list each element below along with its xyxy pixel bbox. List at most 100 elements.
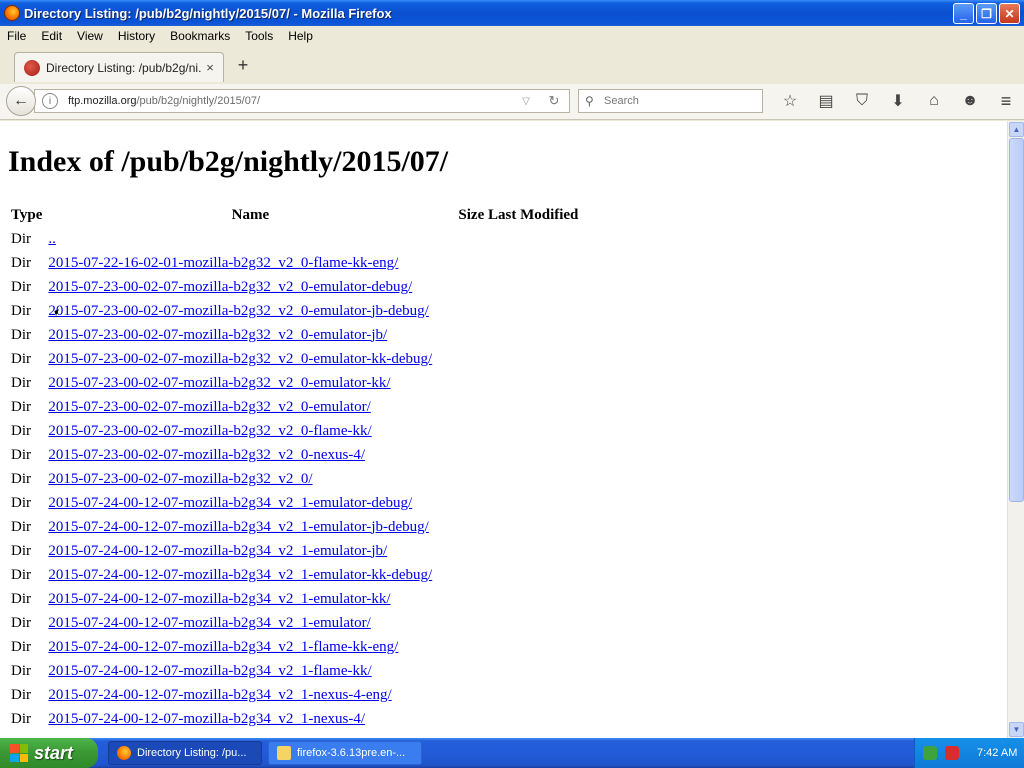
directory-link[interactable]: 2015-07-23-00-02-07-mozilla-b2g32_v2_0-e… — [48, 399, 370, 415]
row-type: Dir — [11, 278, 31, 295]
directory-link[interactable]: 2015-07-24-00-12-07-mozilla-b2g34_v2_1-e… — [48, 591, 390, 607]
back-button[interactable]: ← — [6, 86, 36, 116]
tab-close-icon[interactable]: × — [201, 60, 219, 75]
home-icon[interactable]: ⌂ — [916, 90, 952, 112]
scroll-thumb[interactable] — [1009, 138, 1024, 502]
row-size-modified — [455, 227, 581, 251]
taskbar-item-label: firefox-3.6.13pre.en-... — [297, 747, 406, 759]
directory-link[interactable]: 2015-07-24-00-12-07-mozilla-b2g34_v2_1-e… — [48, 519, 428, 535]
page-content: Index of /pub/b2g/nightly/2015/07/ Type … — [0, 121, 1007, 738]
tab-strip: Directory Listing: /pub/b2g/ni... × + — [0, 46, 1024, 84]
windows-logo-icon — [10, 744, 28, 762]
directory-link[interactable]: 2015-07-24-00-12-07-mozilla-b2g34_v2_1-n… — [48, 711, 365, 727]
row-name-cell: 2015-07-24-00-12-07-mozilla-b2g34_v2_1-e… — [45, 563, 455, 587]
table-row: Dir 2015-07-23-00-02-07-mozilla-b2g32_v2_… — [8, 347, 581, 371]
taskbar-item-firefox[interactable]: Directory Listing: /pu... — [108, 741, 262, 765]
close-button[interactable]: ✕ — [999, 3, 1020, 24]
start-button[interactable]: start — [0, 738, 98, 768]
table-row: Dir 2015-07-24-00-12-07-mozilla-b2g34_v2_… — [8, 587, 581, 611]
column-header-name: Name — [231, 206, 270, 223]
menu-tools[interactable]: Tools — [238, 29, 281, 43]
vertical-scrollbar[interactable]: ▲ ▼ — [1007, 121, 1024, 738]
directory-link[interactable]: 2015-07-24-00-12-07-mozilla-b2g34_v2_1-e… — [48, 615, 370, 631]
row-name-cell: 2015-07-23-00-02-07-mozilla-b2g32_v2_0-n… — [45, 443, 455, 467]
bookmark-star-icon[interactable]: ☆ — [772, 90, 808, 112]
directory-link[interactable]: 2015-07-22-16-02-01-mozilla-b2g32_v2_0-f… — [48, 255, 398, 271]
directory-link[interactable]: .. — [48, 231, 56, 247]
directory-link[interactable]: 2015-07-23-00-02-07-mozilla-b2g32_v2_0/ — [48, 471, 312, 487]
menu-edit[interactable]: Edit — [34, 29, 70, 43]
row-size-modified — [455, 251, 581, 275]
directory-link[interactable]: 2015-07-24-00-12-07-mozilla-b2g34_v2_1-e… — [48, 495, 412, 511]
row-type: Dir — [11, 686, 31, 703]
tab-directory-listing[interactable]: Directory Listing: /pub/b2g/ni... × — [14, 52, 224, 82]
new-tab-button[interactable]: + — [234, 55, 252, 75]
hello-icon[interactable]: ☻ — [952, 90, 988, 112]
directory-link[interactable]: 2015-07-24-00-12-07-mozilla-b2g34_v2_1-f… — [48, 663, 371, 679]
security-shield-icon[interactable] — [945, 746, 959, 760]
menu-help[interactable]: Help — [281, 29, 321, 43]
row-size-modified — [455, 299, 581, 323]
minimize-button[interactable]: _ — [953, 3, 974, 24]
row-type: Dir — [11, 374, 31, 391]
reading-list-icon[interactable]: ▤ — [808, 90, 844, 112]
table-row: Dir 2015-07-24-00-12-07-mozilla-b2g34_v2_… — [8, 515, 581, 539]
menu-view[interactable]: View — [70, 29, 111, 43]
pocket-icon[interactable]: ⛉ — [844, 90, 880, 112]
maximize-button[interactable]: ❐ — [976, 3, 997, 24]
row-type: Dir — [11, 662, 31, 679]
scroll-down-icon[interactable]: ▼ — [1009, 722, 1024, 737]
row-name-cell: 2015-07-23-00-02-07-mozilla-b2g32_v2_0-e… — [45, 275, 455, 299]
scroll-up-icon[interactable]: ▲ — [1009, 122, 1024, 137]
directory-link[interactable]: 2015-07-23-00-02-07-mozilla-b2g32_v2_0-e… — [48, 351, 432, 367]
menu-bookmarks[interactable]: Bookmarks — [163, 29, 238, 43]
column-header-size-modified: Size Last Modified — [458, 206, 579, 223]
table-row: Dir 2015-07-23-00-02-07-mozilla-b2g32_v2_… — [8, 443, 581, 467]
url-text[interactable]: ftp.mozilla.org/pub/b2g/nightly/2015/07/ — [68, 95, 519, 107]
directory-link[interactable]: 2015-07-23-00-02-07-mozilla-b2g32_v2_0-e… — [48, 327, 387, 343]
row-type: Dir — [11, 422, 31, 439]
directory-link[interactable]: 2015-07-23-00-02-07-mozilla-b2g32_v2_0-e… — [48, 375, 390, 391]
network-icon[interactable] — [923, 746, 937, 760]
search-icon: ⚲ — [585, 94, 594, 108]
row-size-modified — [455, 635, 581, 659]
directory-link[interactable]: 2015-07-23-00-02-07-mozilla-b2g32_v2_0-e… — [48, 279, 412, 295]
directory-link[interactable]: 2015-07-24-00-12-07-mozilla-b2g34_v2_1-e… — [48, 567, 432, 583]
directory-link[interactable]: 2015-07-23-00-02-07-mozilla-b2g32_v2_0-n… — [48, 447, 365, 463]
table-row: Dir 2015-07-24-00-12-07-mozilla-b2g34_v2_… — [8, 707, 581, 731]
search-placeholder: Search — [604, 95, 639, 107]
tab-label: Directory Listing: /pub/b2g/ni... — [46, 60, 201, 75]
taskbar-item-folder[interactable]: firefox-3.6.13pre.en-... — [268, 741, 422, 765]
row-name-cell: 2015-07-24-00-12-07-mozilla-b2g34_v2_1-f… — [45, 635, 455, 659]
window-controls: _ ❐ ✕ — [953, 3, 1020, 24]
site-info-icon[interactable]: i — [42, 93, 58, 109]
row-type: Dir — [11, 494, 31, 511]
firefox-icon — [117, 746, 131, 760]
url-dropdown-icon[interactable]: ▽ — [519, 96, 533, 107]
firefox-icon — [4, 5, 20, 21]
directory-link[interactable]: 2015-07-24-00-12-07-mozilla-b2g34_v2_1-n… — [48, 687, 391, 703]
directory-link[interactable]: 2015-07-24-00-12-07-mozilla-b2g34_v2_1-e… — [48, 543, 387, 559]
row-name-cell: 2015-07-23-00-02-07-mozilla-b2g32_v2_0-e… — [45, 371, 455, 395]
menu-history[interactable]: History — [111, 29, 163, 43]
row-size-modified — [455, 515, 581, 539]
table-header-row: Type Name Size Last Modified — [8, 203, 581, 227]
url-bar[interactable]: i ftp.mozilla.org/pub/b2g/nightly/2015/0… — [34, 89, 570, 113]
row-name-cell: 2015-07-23-00-02-07-mozilla-b2g32_v2_0/ — [45, 467, 455, 491]
row-size-modified — [455, 707, 581, 731]
row-size-modified — [455, 563, 581, 587]
start-label: start — [34, 742, 74, 763]
column-header-type: Type — [11, 206, 43, 223]
url-host: ftp.mozilla.org — [68, 95, 137, 107]
toolbar-icons: ☆ ▤ ⛉ ⬇ ⌂ ☻ — [772, 90, 988, 112]
window-titlebar[interactable]: Directory Listing: /pub/b2g/nightly/2015… — [0, 0, 1024, 26]
directory-link[interactable]: 2015-07-23-00-02-07-mozilla-b2g32_v2_0-f… — [48, 423, 371, 439]
search-input[interactable]: ⚲ Search — [578, 89, 763, 113]
directory-link[interactable]: 2015-07-24-00-12-07-mozilla-b2g34_v2_1-f… — [48, 639, 398, 655]
hamburger-menu-icon[interactable]: ≡ — [994, 90, 1018, 112]
menu-file[interactable]: File — [0, 29, 34, 43]
directory-link[interactable]: 2015-07-23-00-02-07-mozilla-b2g32_v2_0-e… — [48, 303, 428, 319]
downloads-icon[interactable]: ⬇ — [880, 90, 916, 112]
reload-icon[interactable]: ↻ — [547, 93, 561, 109]
row-size-modified — [455, 539, 581, 563]
